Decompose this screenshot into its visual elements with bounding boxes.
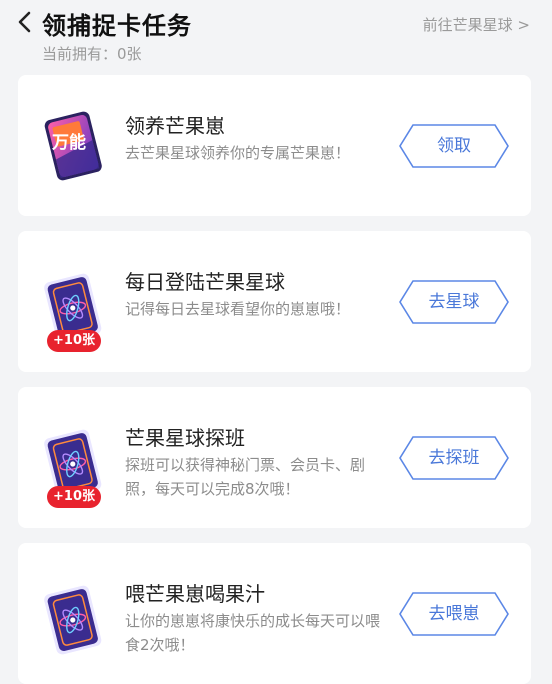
task-title: 芒果星球探班 <box>125 426 245 450</box>
task-card: +10张 每日登陆芒果星球 记得每日去星球看望你的崽崽哦！ 去星球 <box>18 231 531 372</box>
task-desc: 记得每日去星球看望你的崽崽哦！ <box>125 300 351 318</box>
card-count-badge: +10张 <box>47 330 101 352</box>
card-count-badge: +10张 <box>47 486 101 508</box>
feed-button[interactable]: 去喂崽 <box>399 592 509 636</box>
goto-planet-button[interactable]: 去星球 <box>399 280 509 324</box>
task-title: 每日登陆芒果星球 <box>125 270 285 294</box>
claim-button[interactable]: 领取 <box>399 124 509 168</box>
header: 领捕捉卡任务 当前拥有：0张 前往芒果星球 > <box>0 0 552 70</box>
task-card: +10张 芒果星球探班 探班可以获得神秘门票、会员卡、剧照，每天可以完成8次哦！… <box>18 387 531 528</box>
page-title: 领捕捉卡任务 <box>42 12 192 40</box>
task-card: 万能 领养芒果崽 去芒果星球领养你的专属芒果崽！ 领取 <box>18 75 531 216</box>
owned-count: 当前拥有：0张 <box>42 45 142 63</box>
goto-planet-link[interactable]: 前往芒果星球 > <box>423 14 530 35</box>
wanneng-card-icon: 万能 <box>44 111 102 181</box>
task-title: 领养芒果崽 <box>125 114 225 138</box>
task-desc: 探班可以获得神秘门票、会员卡、剧照，每天可以完成8次哦！ <box>125 456 366 498</box>
task-title: 喂芒果崽喝果汁 <box>125 582 265 606</box>
wanneng-label: 万能 <box>51 132 86 153</box>
atom-card-icon <box>44 585 102 655</box>
task-desc: 让你的崽崽将康快乐的成长每天可以喂食2次哦！ <box>125 612 381 654</box>
visit-set-button[interactable]: 去探班 <box>399 436 509 480</box>
back-arrow-icon[interactable] <box>16 10 34 34</box>
task-card: 喂芒果崽喝果汁 让你的崽崽将康快乐的成长每天可以喂食2次哦！ 去喂崽 <box>18 543 531 684</box>
task-desc: 去芒果星球领养你的专属芒果崽！ <box>125 144 351 162</box>
